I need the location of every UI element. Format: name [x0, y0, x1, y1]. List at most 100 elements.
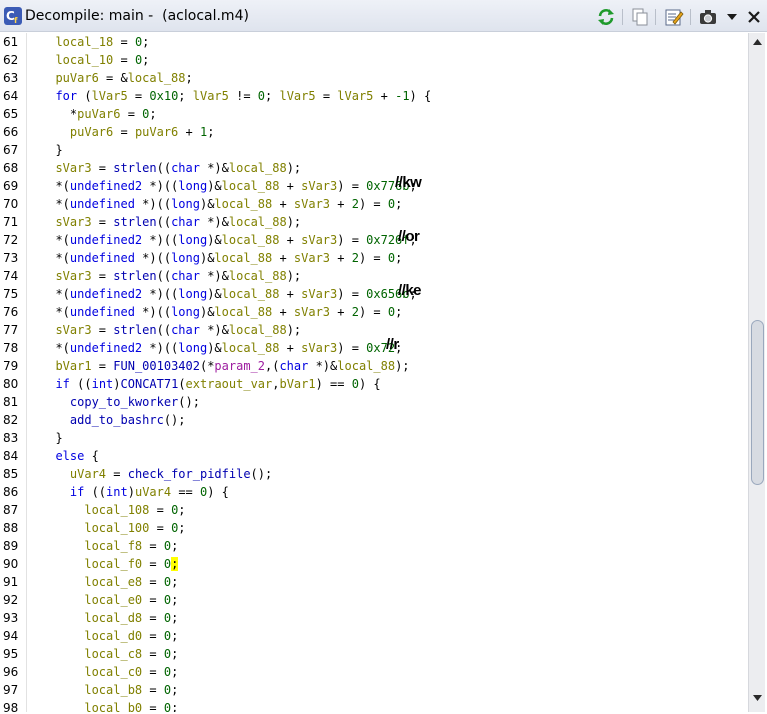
code-line[interactable]: 69 *(undefined2 *)((long)&local_88 + sVa…: [2, 174, 748, 195]
code-token: local_88: [214, 197, 273, 211]
code-text: local_10 = 0;: [41, 51, 149, 69]
code-token: =: [149, 521, 172, 535]
code-line[interactable]: 84 else {: [2, 447, 748, 465]
code-line[interactable]: 77 sVar3 = strlen((char *)&local_88);: [2, 321, 748, 339]
code-token: local_88: [221, 341, 280, 355]
code-token: +: [272, 305, 294, 319]
line-number: 87: [3, 503, 19, 517]
line-number: 96: [3, 665, 19, 679]
code-line[interactable]: 93 local_d8 = 0;: [2, 609, 748, 627]
code-line[interactable]: 98 local_b0 = 0;: [2, 699, 748, 712]
scroll-down-arrow-icon[interactable]: [751, 691, 764, 704]
code-line[interactable]: 76 *(undefined *)((long)&local_88 + sVar…: [2, 303, 748, 321]
code-token: long: [178, 341, 208, 355]
code-line[interactable]: 86 if ((int)uVar4 == 0) {: [2, 483, 748, 501]
line-number: 61: [3, 35, 19, 49]
code-token: ;: [142, 53, 150, 67]
code-text: if ((int)uVar4 == 0) {: [41, 483, 229, 501]
code-line[interactable]: 63 puVar6 = &local_88;: [2, 69, 748, 87]
edit-function-signature-icon[interactable]: [664, 7, 684, 27]
line-number: 68: [3, 161, 19, 175]
code-line[interactable]: 74 sVar3 = strlen((char *)&local_88);: [2, 267, 748, 285]
code-line[interactable]: 65 *puVar6 = 0;: [2, 105, 748, 123]
code-line[interactable]: 83 }: [2, 429, 748, 447]
code-line[interactable]: 70 *(undefined *)((long)&local_88 + sVar…: [2, 195, 748, 213]
code-line[interactable]: 73 *(undefined *)((long)&local_88 + sVar…: [2, 249, 748, 267]
code-token: int: [91, 377, 114, 391]
code-token: 0: [163, 593, 172, 607]
menu-chevron-down-icon[interactable]: [722, 7, 742, 27]
code-text: local_b8 = 0;: [41, 681, 178, 699]
code-token: local_88: [228, 269, 287, 283]
code-line[interactable]: 61 local_18 = 0;: [2, 33, 748, 51]
code-line[interactable]: 95 local_c8 = 0;: [2, 645, 748, 663]
scrollbar-thumb[interactable]: [751, 320, 764, 485]
line-number: 77: [3, 323, 19, 337]
code-line[interactable]: 90 local_f0 = 0;: [2, 555, 748, 573]
code-token: ;: [171, 683, 179, 697]
code-line[interactable]: 91 local_e8 = 0;: [2, 573, 748, 591]
code-token: sVar3: [301, 287, 338, 301]
code-token: !=: [228, 89, 258, 103]
code-token: sVar3: [301, 179, 338, 193]
code-line[interactable]: 67 }: [2, 141, 748, 159]
code-token: lVar5: [91, 89, 128, 103]
code-line[interactable]: 79 bVar1 = FUN_00103402(*param_2,(char *…: [2, 357, 748, 375]
code-text: }: [41, 141, 62, 159]
code-token: ;: [178, 503, 186, 517]
code-text: *(undefined2 *)((long)&local_88 + sVar3)…: [41, 231, 416, 249]
code-line[interactable]: 81 copy_to_kworker();: [2, 393, 748, 411]
code-token: undefined: [69, 305, 135, 319]
code-token: *(: [41, 251, 70, 265]
code-token: undefined2: [69, 287, 143, 301]
code-line[interactable]: 78 *(undefined2 *)((long)&local_88 + sVa…: [2, 336, 748, 357]
code-token: ;: [395, 305, 403, 319]
code-line[interactable]: 82 add_to_bashrc();: [2, 411, 748, 429]
close-icon[interactable]: [744, 7, 764, 27]
code-line[interactable]: 96 local_c0 = 0;: [2, 663, 748, 681]
code-line[interactable]: 72 *(undefined2 *)((long)&local_88 + sVa…: [2, 228, 748, 249]
code-line[interactable]: 87 local_108 = 0;: [2, 501, 748, 519]
vertical-scrollbar[interactable]: [748, 33, 765, 712]
code-line[interactable]: 94 local_d0 = 0;: [2, 627, 748, 645]
code-line[interactable]: 75 *(undefined2 *)((long)&local_88 + sVa…: [2, 282, 748, 303]
code-token: local_c0: [41, 665, 143, 679]
code-token: else: [41, 449, 85, 463]
line-number: 70: [3, 197, 19, 211]
snapshot-icon[interactable]: [698, 7, 718, 27]
code-token: *)&: [199, 215, 229, 229]
copy-icon[interactable]: [630, 7, 650, 27]
code-text: bVar1 = FUN_00103402(*param_2,(char *)&l…: [41, 357, 410, 375]
code-line[interactable]: 64 for (lVar5 = 0x10; lVar5 != 0; lVar5 …: [2, 87, 748, 105]
code-token: =: [142, 593, 164, 607]
code-text: puVar6 = puVar6 + 1;: [41, 123, 215, 141]
code-token: );: [395, 359, 410, 373]
code-line[interactable]: 88 local_100 = 0;: [2, 519, 748, 537]
code-line[interactable]: 85 uVar4 = check_for_pidfile();: [2, 465, 748, 483]
code-line[interactable]: 71 sVar3 = strlen((char *)&local_88);: [2, 213, 748, 231]
code-token: ) =: [337, 179, 367, 193]
decompiler-code-view[interactable]: 61 local_18 = 0; 62 local_10 = 0; 63 puVar…: [2, 33, 748, 712]
refresh-icon[interactable]: [596, 7, 616, 27]
line-number: 73: [3, 251, 19, 265]
code-line[interactable]: 92 local_e0 = 0;: [2, 591, 748, 609]
code-token: )&: [199, 305, 215, 319]
code-token: *(: [41, 233, 70, 247]
handwritten-annotation: //ke: [398, 282, 422, 299]
code-line[interactable]: 80 if ((int)CONCAT71(extraout_var,bVar1)…: [2, 375, 748, 393]
code-token: char: [171, 269, 200, 283]
code-token: local_b8: [41, 683, 143, 697]
scroll-up-arrow-icon[interactable]: [751, 36, 764, 49]
code-line[interactable]: 66 puVar6 = puVar6 + 1;: [2, 123, 748, 141]
code-token: local_18: [41, 35, 114, 49]
code-token: uVar4: [41, 467, 107, 481]
line-number: 98: [3, 701, 19, 712]
code-line[interactable]: 97 local_b8 = 0;: [2, 681, 748, 699]
code-line[interactable]: 62 local_10 = 0;: [2, 51, 748, 69]
code-token: +: [279, 287, 302, 301]
code-line[interactable]: 68 sVar3 = strlen((char *)&local_88);: [2, 159, 748, 177]
code-token: *)((: [142, 179, 179, 193]
code-line[interactable]: 89 local_f8 = 0;: [2, 537, 748, 555]
code-token: =: [142, 701, 164, 712]
code-text: local_d0 = 0;: [41, 627, 178, 645]
